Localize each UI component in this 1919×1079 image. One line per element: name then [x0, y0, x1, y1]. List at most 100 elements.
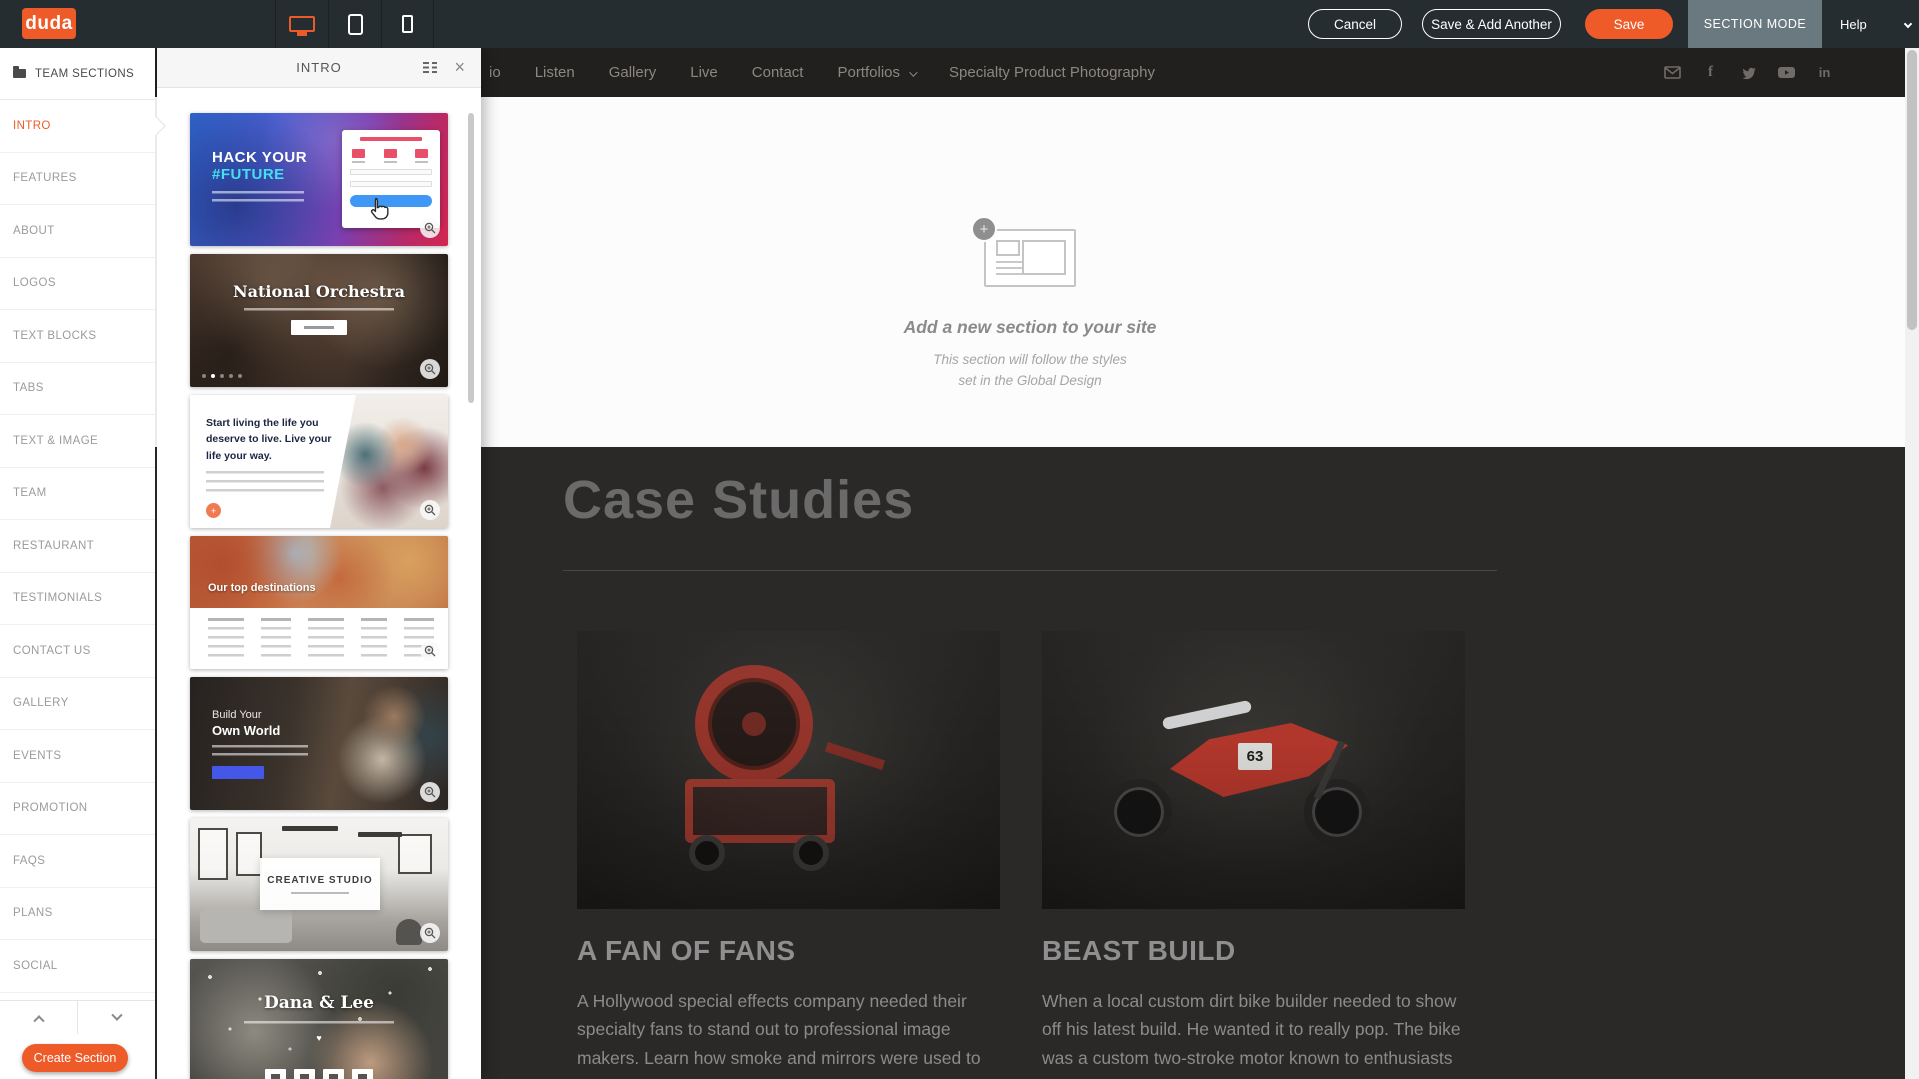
nav-item-specialty-product-photography[interactable]: Specialty Product Photography — [949, 64, 1155, 81]
sidebar-item-text-blocks[interactable]: TEXT BLOCKS — [0, 310, 155, 363]
dirt-bike-image: 63 — [1042, 631, 1465, 909]
close-icon[interactable]: × — [454, 56, 465, 78]
linkedin-icon[interactable]: in — [1816, 64, 1833, 81]
sidebar-item-features[interactable]: FEATURES — [0, 153, 155, 206]
help-menu[interactable]: Help — [1840, 0, 1911, 48]
scroll-down-button[interactable] — [77, 1001, 155, 1034]
countdown-boxes — [190, 1069, 448, 1079]
sidebar-item-events[interactable]: EVENTS — [0, 730, 155, 783]
case-studies-cards: A FAN OF FANS A Hollywood special effect… — [577, 631, 1465, 1072]
text-lines-placeholder — [206, 471, 324, 495]
destinations-table-placeholder — [208, 618, 434, 660]
text-line-placeholder — [291, 892, 349, 894]
nav-item-listen[interactable]: Listen — [535, 64, 575, 81]
thumbnail-dana-and-lee[interactable]: Dana & Lee ♥ — [190, 959, 448, 1079]
create-section-button[interactable]: Create Section — [22, 1044, 128, 1072]
text-lines-placeholder — [212, 745, 308, 757]
text-lines-placeholder — [244, 1021, 394, 1024]
chevron-up-icon — [33, 1015, 44, 1026]
intro-sections-panel: INTRO × HACK YOUR #FUTURE — [157, 48, 481, 1079]
heading-divider — [563, 570, 1497, 571]
placeholder-subtitle: This section will follow the styles set … — [933, 350, 1127, 392]
sidebar-item-about[interactable]: ABOUT — [0, 205, 155, 258]
save-button[interactable]: Save — [1585, 9, 1673, 39]
youtube-icon[interactable] — [1778, 64, 1795, 81]
thumbnail-title: Dana & Lee — [190, 993, 448, 1013]
sidebar-item-restaurant[interactable]: RESTAURANT — [0, 520, 155, 573]
sidebar-item-text-and-image[interactable]: TEXT & IMAGE — [0, 415, 155, 468]
sidebar-item-plans[interactable]: PLANS — [0, 888, 155, 941]
carousel-dots — [202, 374, 242, 378]
sidebar-item-contact-us[interactable]: CONTACT US — [0, 625, 155, 678]
chevron-down-icon — [909, 68, 917, 76]
sidebar-item-testimonials[interactable]: TESTIMONIALS — [0, 573, 155, 626]
thumbnail-national-orchestra[interactable]: National Orchestra — [190, 254, 448, 387]
button-placeholder — [291, 320, 347, 335]
thumbnail-build-your-own-world[interactable]: Build Your Own World — [190, 677, 448, 810]
nav-item-truncated[interactable]: io — [489, 64, 501, 81]
nav-item-portfolios[interactable]: Portfolios — [837, 64, 915, 81]
sofa-shape — [200, 909, 292, 943]
sidebar-item-logos[interactable]: LOGOS — [0, 258, 155, 311]
build-title-line1: Build Your — [212, 709, 308, 721]
case-card-fan-of-fans: A FAN OF FANS A Hollywood special effect… — [577, 631, 1000, 1072]
placeholder-subtitle-line2: set in the Global Design — [933, 371, 1127, 392]
zoom-in-icon[interactable] — [420, 359, 440, 379]
thumbnail-creative-studio[interactable]: CREATIVE STUDIO — [190, 818, 448, 951]
thumbnail-title: CREATIVE STUDIO — [267, 875, 372, 886]
scroll-up-button[interactable] — [0, 1001, 77, 1034]
thumbnail-destinations[interactable]: Our top destinations — [190, 536, 448, 669]
facebook-icon[interactable]: f — [1702, 64, 1719, 81]
placeholder-subtitle-line1: This section will follow the styles — [933, 350, 1127, 371]
page-scrollbar[interactable] — [1905, 48, 1919, 1079]
thumbnail-hackathon-intro[interactable]: HACK YOUR #FUTURE — [190, 113, 448, 246]
chair-shape — [396, 919, 422, 945]
hack-title-line1: HACK YOUR — [212, 149, 307, 166]
text-lines-placeholder — [212, 191, 304, 203]
nav-item-contact[interactable]: Contact — [752, 64, 804, 81]
case-card-title: BEAST BUILD — [1042, 935, 1465, 967]
zoom-in-icon[interactable] — [420, 923, 440, 943]
section-thumbnails: HACK YOUR #FUTURE — [190, 113, 448, 1079]
save-add-another-button[interactable]: Save & Add Another — [1422, 9, 1561, 39]
nav-item-gallery[interactable]: Gallery — [609, 64, 657, 81]
case-studies-heading: Case Studies — [563, 469, 914, 531]
thumbnail-lifestyle[interactable]: Start living the life you deserve to liv… — [190, 395, 448, 528]
chevron-down-icon — [111, 1009, 122, 1020]
duda-logo: duda — [22, 8, 76, 39]
button-placeholder — [212, 766, 264, 779]
grid-view-icon[interactable] — [423, 62, 437, 73]
zoom-in-icon[interactable] — [420, 218, 440, 238]
sidebar-item-promotion[interactable]: PROMOTION — [0, 783, 155, 836]
cancel-button[interactable]: Cancel — [1308, 9, 1402, 39]
sidebar-item-tabs[interactable]: TABS — [0, 363, 155, 416]
desktop-view-button[interactable] — [275, 0, 328, 48]
twitter-icon[interactable] — [1740, 64, 1757, 81]
page-scrollbar-thumb[interactable] — [1907, 50, 1917, 330]
tablet-icon — [348, 14, 363, 35]
heart-icon: ♥ — [190, 1033, 448, 1043]
tablet-view-button[interactable] — [328, 0, 381, 48]
zoom-in-icon[interactable] — [420, 500, 440, 520]
thumbnail-photo — [190, 536, 448, 608]
arrow-button-placeholder: + — [206, 503, 221, 518]
sidebar-item-gallery[interactable]: GALLERY — [0, 678, 155, 731]
text-lines-placeholder — [244, 308, 394, 311]
zoom-in-icon[interactable] — [420, 782, 440, 802]
case-card-title: A FAN OF FANS — [577, 935, 1000, 967]
sidebar-item-faqs[interactable]: FAQS — [0, 835, 155, 888]
sidebar-item-intro[interactable]: INTRO — [0, 100, 155, 153]
chevron-down-icon — [1904, 20, 1912, 28]
envelope-icon[interactable] — [1664, 64, 1681, 81]
panel-scrollbar-thumb[interactable] — [468, 113, 474, 403]
panel-title: INTRO — [296, 60, 341, 75]
sidebar-item-team[interactable]: TEAM — [0, 468, 155, 521]
nav-item-live[interactable]: Live — [690, 64, 718, 81]
sidebar-item-social[interactable]: SOCIAL — [0, 940, 155, 993]
zoom-in-icon[interactable] — [420, 641, 440, 661]
site-social-icons: f in — [1664, 48, 1833, 97]
case-card-beast-build: 63 BEAST BUILD When a local custom dirt … — [1042, 631, 1465, 1072]
build-title-line2: Own World — [212, 723, 308, 738]
sidebar-header: TEAM SECTIONS — [0, 48, 155, 100]
mobile-view-button[interactable] — [381, 0, 434, 48]
